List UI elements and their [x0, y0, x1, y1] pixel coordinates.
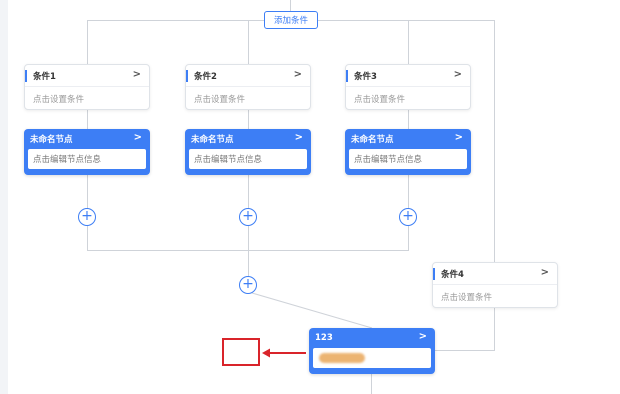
- chevron-right-icon[interactable]: >: [541, 267, 549, 278]
- accent-bar: [25, 70, 27, 82]
- chevron-right-icon[interactable]: >: [455, 132, 463, 143]
- node-title: 未命名节点: [351, 135, 394, 145]
- condition-card-header: 条件1 >: [25, 65, 149, 87]
- node-title: 未命名节点: [191, 135, 234, 145]
- chevron-right-icon[interactable]: >: [133, 69, 141, 80]
- condition-title: 条件4: [441, 269, 464, 280]
- accent-bar: [433, 268, 435, 280]
- accent-bar: [346, 70, 348, 82]
- add-condition-button[interactable]: 添加条件: [264, 11, 318, 29]
- condition-card-header: 条件2 >: [186, 65, 310, 87]
- node-card-header: 未命名节点 >: [24, 129, 150, 149]
- accent-bar: [186, 70, 188, 82]
- node-info-field[interactable]: [313, 348, 431, 368]
- node-card-header: 123 >: [309, 328, 435, 348]
- condition-title: 条件1: [33, 71, 56, 82]
- condition-placeholder[interactable]: 点击设置条件: [346, 87, 470, 111]
- condition-title: 条件2: [194, 71, 217, 82]
- condition-placeholder[interactable]: 点击设置条件: [433, 285, 557, 309]
- node-info-field[interactable]: 点击编辑节点信息: [189, 149, 307, 169]
- condition-placeholder[interactable]: 点击设置条件: [186, 87, 310, 111]
- redaction-mark: [319, 353, 365, 363]
- chevron-right-icon[interactable]: >: [295, 132, 303, 143]
- node-card-3[interactable]: 未命名节点 > 点击编辑节点信息: [345, 129, 471, 175]
- condition-card-header: 条件4 >: [433, 263, 557, 285]
- condition-title: 条件3: [354, 71, 377, 82]
- node-info-field[interactable]: 点击编辑节点信息: [28, 149, 146, 169]
- node-title: 未命名节点: [30, 135, 73, 145]
- node-info-field[interactable]: 点击编辑节点信息: [349, 149, 467, 169]
- node-card-1[interactable]: 未命名节点 > 点击编辑节点信息: [24, 129, 150, 175]
- node-card-header: 未命名节点 >: [185, 129, 311, 149]
- node-card-2[interactable]: 未命名节点 > 点击编辑节点信息: [185, 129, 311, 175]
- chevron-right-icon[interactable]: >: [134, 132, 142, 143]
- plus-circle-icon[interactable]: +: [239, 208, 257, 226]
- condition-card-3[interactable]: 条件3 > 点击设置条件: [345, 64, 471, 110]
- condition-placeholder[interactable]: 点击设置条件: [25, 87, 149, 111]
- annotation-box: [222, 338, 260, 366]
- condition-card-4[interactable]: 条件4 > 点击设置条件: [432, 262, 558, 308]
- plus-circle-icon[interactable]: +: [78, 208, 96, 226]
- chevron-right-icon[interactable]: >: [419, 331, 427, 342]
- condition-card-1[interactable]: 条件1 > 点击设置条件: [24, 64, 150, 110]
- annotation-arrow: [262, 348, 306, 358]
- condition-card-2[interactable]: 条件2 > 点击设置条件: [185, 64, 311, 110]
- condition-card-header: 条件3 >: [346, 65, 470, 87]
- chevron-right-icon[interactable]: >: [454, 69, 462, 80]
- node-title: 123: [315, 333, 333, 343]
- plus-circle-icon[interactable]: +: [239, 276, 257, 294]
- node-card-123[interactable]: 123 >: [309, 328, 435, 374]
- chevron-right-icon[interactable]: >: [294, 69, 302, 80]
- plus-circle-icon[interactable]: +: [399, 208, 417, 226]
- node-card-header: 未命名节点 >: [345, 129, 471, 149]
